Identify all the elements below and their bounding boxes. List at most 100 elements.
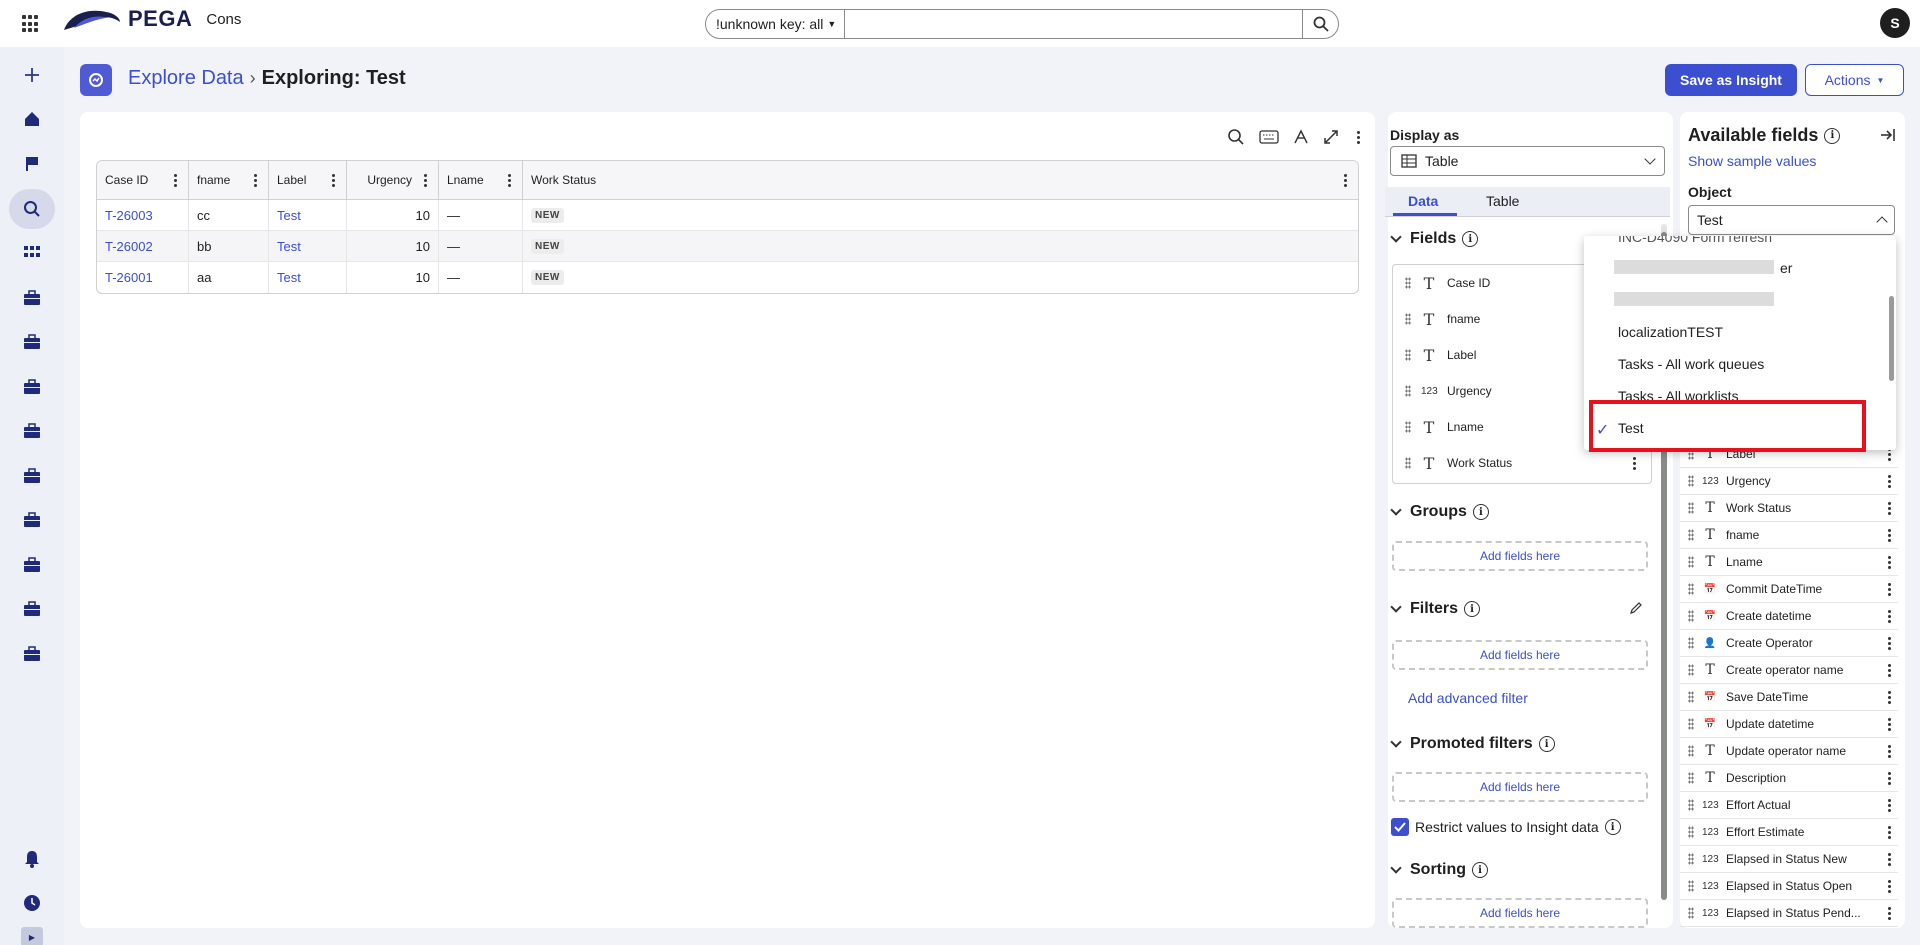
drag-handle-icon[interactable] [1405,277,1411,289]
nav-case-4[interactable] [9,411,55,451]
column-header-lname[interactable]: Lname [439,161,523,199]
available-field-item[interactable]: 📅 Save DateTime [1680,684,1898,711]
checkbox-checked[interactable] [1391,818,1409,836]
column-menu-icon[interactable] [504,173,514,187]
tab-table[interactable]: Table [1486,193,1519,209]
drag-handle-icon[interactable] [1688,556,1694,568]
info-icon[interactable]: i [1464,601,1481,617]
restrict-values-checkbox-row[interactable]: Restrict values to Insight data i [1391,818,1621,836]
available-field-item[interactable]: 123 Elapsed in Status New [1680,846,1898,873]
available-field-item[interactable]: 👤 Create Operator [1680,630,1898,657]
drag-handle-icon[interactable] [1688,772,1694,784]
keyboard-icon[interactable] [1259,130,1279,144]
field-menu-icon[interactable] [1884,583,1894,596]
nav-notifications[interactable] [9,839,55,879]
nav-case-6[interactable] [9,500,55,540]
actions-button[interactable]: Actions ▼ [1805,64,1904,96]
search-button[interactable] [1302,10,1338,38]
filters-section-header[interactable]: Filters i [1390,600,1481,618]
drag-handle-icon[interactable] [1688,880,1694,892]
nav-case-9[interactable] [9,634,55,674]
field-menu-icon[interactable] [1884,799,1894,812]
case-id-link[interactable]: T-26003 [105,208,153,223]
available-field-item[interactable]: 123 Elapsed in Status Open [1680,873,1898,900]
nav-dashboard[interactable] [9,233,55,273]
dropdown-option-redacted[interactable] [1614,292,1774,306]
info-icon[interactable]: i [1472,862,1488,878]
nav-case-2[interactable] [9,322,55,362]
nav-home[interactable] [9,99,55,139]
search-scope-dropdown[interactable]: !unknown key: all ▼ [706,10,846,38]
save-as-insight-button[interactable]: Save as Insight [1665,64,1797,96]
groups-dropzone[interactable]: Add fields here [1392,541,1648,571]
drag-handle-icon[interactable] [1405,457,1411,469]
column-menu-icon[interactable] [250,173,260,187]
column-menu-icon[interactable] [1340,173,1350,187]
nav-history[interactable] [9,883,55,923]
info-icon[interactable]: i [1538,736,1555,752]
info-icon[interactable]: i [1824,127,1841,144]
nav-case-7[interactable] [9,545,55,585]
pega-logo[interactable]: PEGA Cons [62,6,241,32]
available-field-item[interactable]: 📅 Commit DateTime [1680,576,1898,603]
sorting-dropzone[interactable]: Add fields here [1392,898,1648,928]
available-field-item[interactable]: Tfname [1680,522,1898,549]
dropdown-option[interactable]: Tasks - All work queues [1618,356,1764,372]
drag-handle-icon[interactable] [1405,313,1411,325]
create-button[interactable] [9,55,55,95]
drag-handle-icon[interactable] [1688,664,1694,676]
column-header-label[interactable]: Label [269,161,347,199]
nav-case-3[interactable] [9,367,55,407]
fields-section-header[interactable]: Fields i [1390,230,1479,248]
info-icon[interactable]: i [1604,819,1621,835]
available-field-item[interactable]: 123 Elapsed in Status Pend... [1680,900,1898,927]
available-field-item[interactable]: T Description [1680,765,1898,792]
field-menu-icon[interactable] [1884,907,1894,920]
dropdown-option-redacted[interactable] [1614,260,1774,274]
drag-handle-icon[interactable] [1688,475,1694,487]
promoted-filters-dropzone[interactable]: Add fields here [1392,772,1648,802]
column-menu-icon[interactable] [170,173,180,187]
app-launcher-icon[interactable] [22,15,40,33]
display-as-select[interactable]: Table [1390,146,1665,176]
nav-explore-data[interactable] [9,189,55,229]
nav-case-1[interactable] [9,278,55,318]
drag-handle-icon[interactable] [1688,718,1694,730]
drag-handle-icon[interactable] [1688,826,1694,838]
drag-handle-icon[interactable] [1688,745,1694,757]
field-menu-icon[interactable] [1884,502,1894,515]
drag-handle-icon[interactable] [1688,853,1694,865]
case-id-link[interactable]: T-26001 [105,270,153,285]
field-menu-icon[interactable] [1629,457,1639,470]
available-field-item[interactable]: 📅 Create datetime [1680,603,1898,630]
available-field-item[interactable]: T Work Status [1680,495,1898,522]
drag-handle-icon[interactable] [1688,799,1694,811]
tab-data[interactable]: Data [1408,193,1438,209]
available-field-item[interactable]: 123 Effort Estimate [1680,819,1898,846]
more-options-icon[interactable] [1353,130,1363,144]
field-menu-icon[interactable] [1884,664,1894,677]
filters-dropzone[interactable]: Add fields here [1392,640,1648,670]
add-advanced-filter-link[interactable]: Add advanced filter [1408,690,1528,706]
available-field-item[interactable]: T Create operator name [1680,657,1898,684]
dropdown-option-partial[interactable]: INC-D4090 Form refresh [1618,236,1772,245]
column-header-work-status[interactable]: Work Status [523,161,1358,199]
available-field-item[interactable]: T Lname [1680,549,1898,576]
column-menu-icon[interactable] [328,173,338,187]
user-avatar[interactable]: S [1880,8,1910,38]
collapse-panel-icon[interactable] [1880,128,1896,142]
available-field-item[interactable]: 123 Urgency [1680,468,1898,495]
available-field-item[interactable]: 📅 Update datetime [1680,711,1898,738]
drag-handle-icon[interactable] [1688,529,1694,541]
column-header-urgency[interactable]: Urgency [347,161,439,199]
field-menu-icon[interactable] [1884,637,1894,650]
label-link[interactable]: Test [277,239,301,254]
drag-handle-icon[interactable] [1688,637,1694,649]
available-field-item[interactable]: T Update operator name [1680,738,1898,765]
expand-icon[interactable] [1323,129,1339,145]
field-menu-icon[interactable] [1884,826,1894,839]
drag-handle-icon[interactable] [1405,385,1411,397]
promoted-filters-section-header[interactable]: Promoted filters i [1390,735,1555,753]
density-icon[interactable] [1293,129,1309,145]
drag-handle-icon[interactable] [1688,610,1694,622]
